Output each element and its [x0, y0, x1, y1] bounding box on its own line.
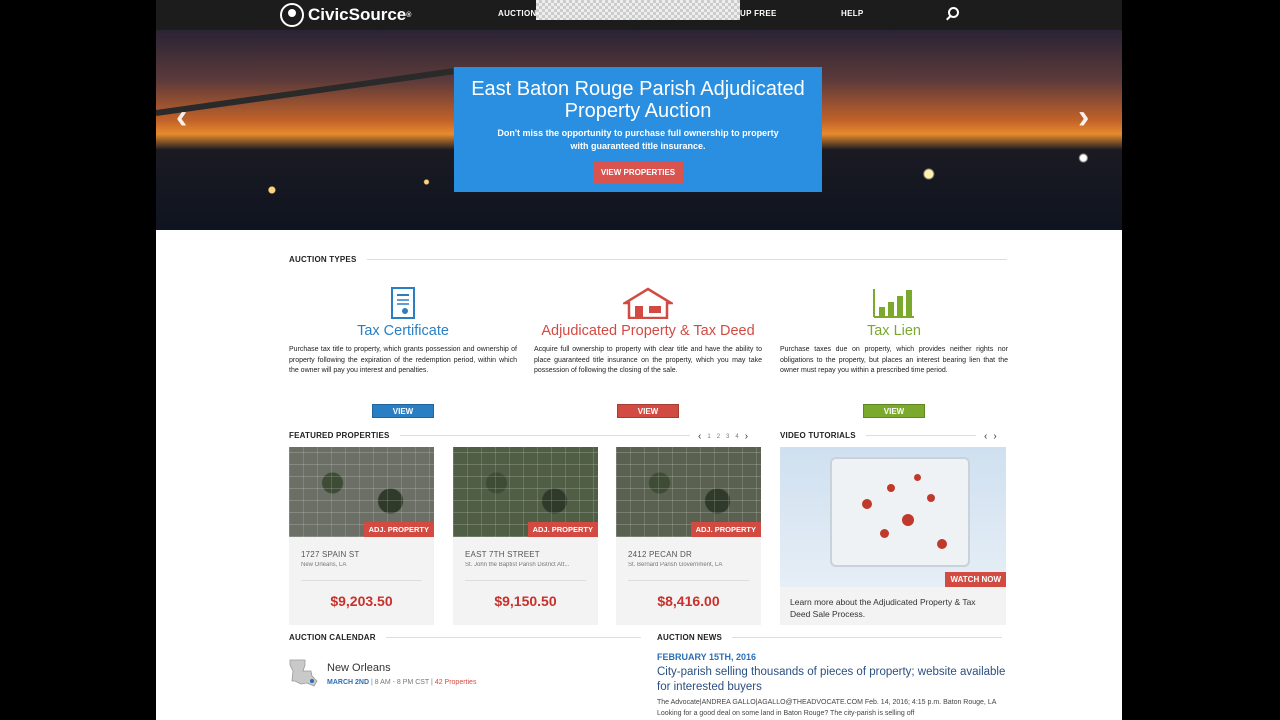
news-body: The Advocate|ANDREA GALLO|AGALLO@THEADVO… — [657, 699, 996, 717]
adjudicated-description: Acquire full ownership to property with … — [534, 346, 762, 374]
adjudicated-view-button[interactable]: VIEW — [617, 404, 679, 418]
adjudicated-title: Adjudicated Property & Tax Deed — [541, 323, 755, 339]
auction-types-heading: AUCTION TYPES — [289, 255, 1007, 264]
house-icon — [623, 287, 673, 319]
separator: | — [370, 679, 373, 686]
news-heading-text: AUCTION NEWS — [657, 633, 723, 642]
top-nav: CivicSource ® AUCTIONS UP FREE HELP — [156, 0, 1122, 30]
bar-chart-icon — [873, 289, 914, 318]
featured-properties-heading: FEATURED PROPERTIES — [289, 431, 690, 440]
divider — [865, 435, 976, 436]
page-3[interactable]: 3 — [726, 434, 729, 440]
page-1[interactable]: 1 — [707, 434, 710, 440]
property-location: New Orleans, LA — [301, 562, 347, 568]
hero-banner: ‹ › East Baton Rouge Parish Adjudicated … — [156, 30, 1122, 230]
video-prev-icon[interactable]: ‹ — [984, 431, 987, 442]
tablet-graphic — [830, 457, 970, 567]
video-description: Learn more about the Adjudicated Propert… — [790, 597, 976, 619]
tax-certificate-view-button[interactable]: VIEW — [372, 404, 434, 418]
video-heading-text: VIDEO TUTORIALS — [780, 431, 856, 440]
featured-pager: ‹ 1 2 3 4 › — [698, 431, 748, 442]
divider — [628, 580, 749, 581]
calendar-date: MARCH 2ND — [327, 679, 369, 686]
property-location: St. John the Baptist Parish District Att… — [465, 562, 570, 568]
redacted-area — [536, 0, 740, 20]
calendar-city[interactable]: New Orleans — [327, 662, 391, 674]
featured-prev-icon[interactable]: ‹ — [698, 431, 701, 442]
nav-signup[interactable]: UP FREE — [740, 9, 777, 18]
hero-title: East Baton Rouge Parish Adjudicated Prop… — [471, 78, 805, 122]
hero-next-arrow-icon[interactable]: › — [1078, 100, 1089, 134]
brand-name: CivicSource — [308, 5, 407, 24]
view-properties-button[interactable]: VIEW PROPERTIES — [592, 162, 684, 183]
nav-help[interactable]: HELP — [841, 9, 864, 18]
news-date: FEBRUARY 15TH, 2016 — [657, 652, 757, 662]
calendar-time: 8 AM - 8 PM CST — [374, 679, 430, 686]
divider — [385, 637, 641, 638]
property-aerial-image: ADJ. PROPERTY — [453, 447, 598, 537]
auction-type-tax-certificate: Tax Certificate Purchase tax title to pr… — [289, 285, 517, 419]
tax-certificate-title: Tax Certificate — [357, 323, 449, 339]
watch-now-button[interactable]: WATCH NOW — [945, 572, 1006, 587]
page: CivicSource ® AUCTIONS UP FREE HELP ‹ › E… — [156, 0, 1122, 720]
tax-lien-title: Tax Lien — [866, 323, 921, 339]
calendar-properties-link[interactable]: 42 Properties — [435, 679, 477, 686]
louisiana-map-icon — [289, 659, 318, 687]
divider — [465, 580, 586, 581]
property-price: $8,416.00 — [657, 593, 720, 609]
featured-heading-text: FEATURED PROPERTIES — [289, 431, 390, 440]
property-card[interactable]: ADJ. PROPERTY EAST 7TH STREET St. John t… — [453, 447, 598, 625]
property-tag: ADJ. PROPERTY — [527, 522, 598, 537]
auction-news-heading: AUCTION NEWS — [657, 633, 1003, 642]
page-2[interactable]: 2 — [717, 434, 720, 440]
property-address: 1727 SPAIN ST — [301, 550, 360, 559]
property-aerial-image: ADJ. PROPERTY — [616, 447, 761, 537]
search-icon[interactable] — [948, 7, 959, 18]
video-next-icon[interactable]: › — [993, 431, 996, 442]
divider — [366, 259, 1007, 260]
video-tutorials-heading: VIDEO TUTORIALS — [780, 431, 976, 440]
calendar-heading-text: AUCTION CALENDAR — [289, 633, 376, 642]
brand-mark: ® — [406, 11, 412, 19]
property-tag: ADJ. PROPERTY — [363, 522, 434, 537]
news-title[interactable]: City-parish selling thousands of pieces … — [657, 665, 1007, 695]
bridge-graphic — [156, 68, 454, 116]
hero-subtitle: Don't miss the opportunity to purchase f… — [497, 128, 779, 151]
property-price: $9,150.50 — [494, 593, 557, 609]
certificate-icon — [391, 287, 415, 319]
calendar-meta: MARCH 2ND | 8 AM - 8 PM CST | 42 Propert… — [327, 679, 476, 686]
divider — [399, 435, 690, 436]
property-card[interactable]: ADJ. PROPERTY 1727 SPAIN ST New Orleans,… — [289, 447, 434, 625]
property-location: St. Bernard Parish Government, LA — [628, 562, 723, 568]
auction-calendar-heading: AUCTION CALENDAR — [289, 633, 641, 642]
property-aerial-image: ADJ. PROPERTY — [289, 447, 434, 537]
divider — [732, 637, 1003, 638]
auction-types-heading-text: AUCTION TYPES — [289, 255, 357, 264]
property-price: $9,203.50 — [330, 593, 393, 609]
property-address: 2412 PECAN DR — [628, 550, 692, 559]
tax-certificate-description: Purchase tax title to property, which gr… — [289, 346, 517, 374]
video-pager: ‹ › — [984, 431, 997, 442]
video-card[interactable]: WATCH NOW Learn more about the Adjudicat… — [780, 447, 1006, 625]
logo-icon — [280, 3, 304, 27]
video-thumbnail[interactable]: WATCH NOW — [780, 447, 1006, 587]
auction-type-adjudicated: Adjudicated Property & Tax Deed Acquire … — [534, 285, 762, 419]
property-card[interactable]: ADJ. PROPERTY 2412 PECAN DR St. Bernard … — [616, 447, 761, 625]
property-tag: ADJ. PROPERTY — [690, 522, 761, 537]
logo[interactable]: CivicSource ® — [280, 3, 411, 27]
property-address: EAST 7TH STREET — [465, 550, 540, 559]
hero-callout: East Baton Rouge Parish Adjudicated Prop… — [454, 67, 822, 192]
auction-type-tax-lien: Tax Lien Purchase taxes due on property,… — [780, 285, 1008, 419]
divider — [301, 580, 422, 581]
tax-lien-view-button[interactable]: VIEW — [863, 404, 925, 418]
page-4[interactable]: 4 — [735, 434, 738, 440]
hero-prev-arrow-icon[interactable]: ‹ — [176, 100, 187, 134]
separator: | — [431, 679, 433, 686]
tax-lien-description: Purchase taxes due on property, which pr… — [780, 346, 1008, 374]
featured-next-icon[interactable]: › — [745, 431, 748, 442]
